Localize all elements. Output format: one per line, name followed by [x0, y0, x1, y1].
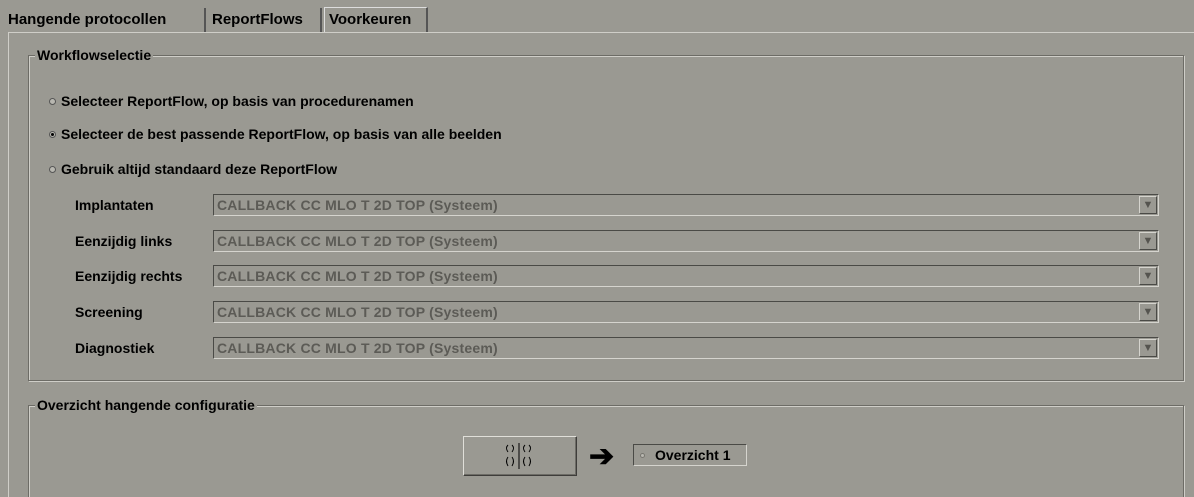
radio-always-default[interactable]: Gebruik altijd standaard deze ReportFlow [49, 159, 337, 179]
label-screening: Screening [75, 304, 143, 320]
select-value: CALLBACK CC MLO T 2D TOP (Systeem) [217, 233, 498, 249]
overview-label: Overzicht 1 [655, 447, 731, 463]
select-eenzijdig-rechts[interactable]: CALLBACK CC MLO T 2D TOP (Systeem) ▼ [213, 265, 1159, 287]
select-value: CALLBACK CC MLO T 2D TOP (Systeem) [217, 268, 498, 284]
select-diagnostiek[interactable]: CALLBACK CC MLO T 2D TOP (Systeem) ▼ [213, 337, 1159, 359]
tab-bar: Hangende protocollen ReportFlows Voorkeu… [0, 0, 1194, 33]
select-implantaten[interactable]: CALLBACK CC MLO T 2D TOP (Systeem) ▼ [213, 194, 1159, 216]
radio-icon[interactable] [49, 165, 56, 173]
label-implantaten: Implantaten [75, 197, 154, 213]
hanging-overview-legend: Overzicht hangende configuratie [35, 396, 257, 414]
radio-label: Gebruik altijd standaard deze ReportFlow [61, 161, 338, 177]
radio-label: Selecteer de best passende ReportFlow, o… [61, 126, 502, 142]
select-value: CALLBACK CC MLO T 2D TOP (Systeem) [217, 197, 498, 213]
chevron-down-icon[interactable]: ▼ [1139, 339, 1157, 357]
hanging-overview-group: Overzicht hangende configuratie ➔ Overzi… [28, 396, 1184, 497]
radio-procedure-names[interactable]: Selecteer ReportFlow, op basis van proce… [49, 91, 414, 111]
right-arrow-icon: ➔ [589, 440, 615, 473]
radio-icon[interactable] [49, 97, 56, 105]
chevron-down-icon[interactable]: ▼ [1139, 232, 1157, 250]
select-value: CALLBACK CC MLO T 2D TOP (Systeem) [217, 340, 498, 356]
workflow-selection-legend: Workflowselectie [35, 46, 154, 64]
workflow-selection-group: Workflowselectie Selecteer ReportFlow, o… [28, 46, 1184, 381]
select-screening[interactable]: CALLBACK CC MLO T 2D TOP (Systeem) ▼ [213, 301, 1159, 323]
radio-label: Selecteer ReportFlow, op basis van proce… [61, 93, 414, 109]
chevron-down-icon[interactable]: ▼ [1139, 267, 1157, 285]
chevron-down-icon[interactable]: ▼ [1139, 196, 1157, 214]
label-eenzijdig-rechts: Eenzijdig rechts [75, 268, 183, 284]
tab-voorkeuren[interactable]: Voorkeuren [324, 7, 428, 33]
overview-radio-icon [640, 452, 645, 458]
label-diagnostiek: Diagnostiek [75, 340, 155, 356]
radio-best-match[interactable]: Selecteer de best passende ReportFlow, o… [49, 124, 502, 144]
chevron-down-icon[interactable]: ▼ [1139, 303, 1157, 321]
select-value: CALLBACK CC MLO T 2D TOP (Systeem) [217, 304, 498, 320]
layout-select-button[interactable] [463, 436, 577, 476]
four-view-layout-icon [506, 443, 531, 469]
radio-selected-icon[interactable] [49, 130, 56, 138]
select-eenzijdig-links[interactable]: CALLBACK CC MLO T 2D TOP (Systeem) ▼ [213, 230, 1159, 252]
tab-reportflows[interactable]: ReportFlows [208, 8, 322, 32]
tab-hangende-protocollen[interactable]: Hangende protocollen [4, 8, 206, 32]
overview-field[interactable]: Overzicht 1 [633, 444, 747, 466]
label-eenzijdig-links: Eenzijdig links [75, 233, 173, 249]
